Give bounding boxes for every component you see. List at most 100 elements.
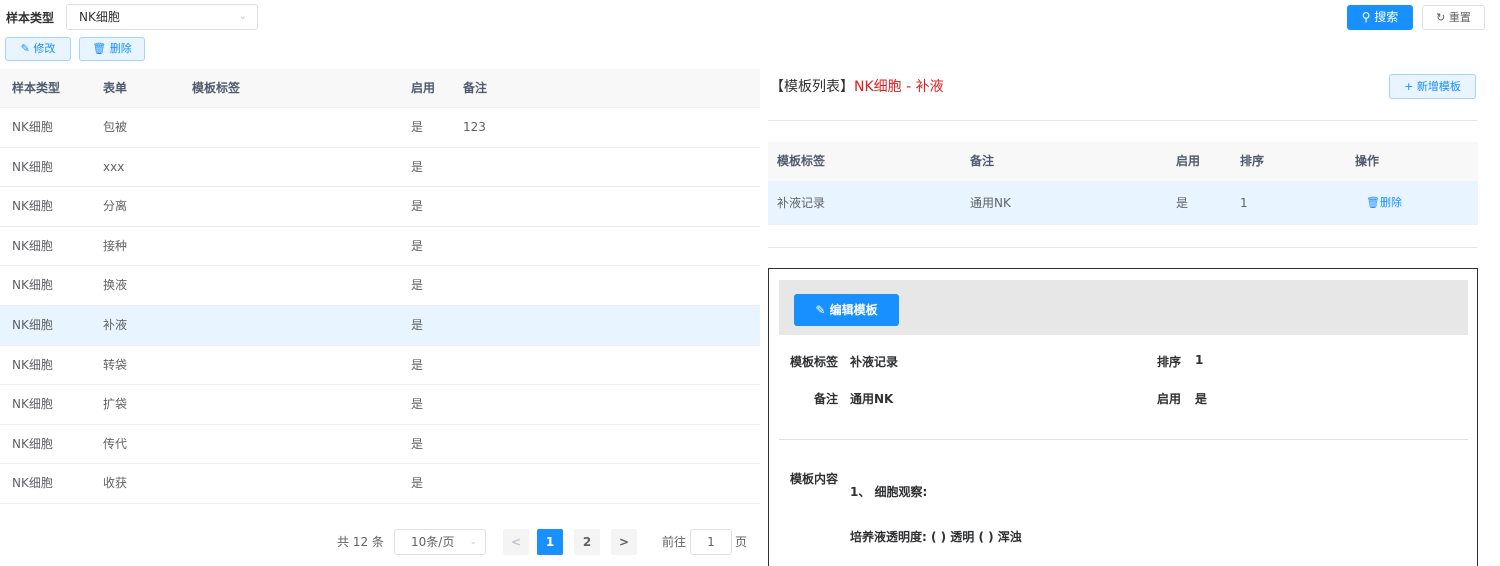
content-heading: 1、 细胞观察:	[850, 485, 928, 499]
column-header[interactable]: 启用	[411, 69, 435, 108]
template-table-row[interactable]: 补液记录 通用NK 是 1 🗑删除	[768, 181, 1478, 225]
plus-icon: +	[1404, 80, 1414, 93]
column-header: 操作	[1355, 154, 1380, 168]
page-suffix: 页	[735, 535, 748, 549]
remark-label: 备注	[814, 392, 839, 406]
edit-button-label: 修改	[33, 42, 56, 55]
search-icon: ⚲	[1361, 10, 1371, 24]
form-cell: 传代	[103, 436, 128, 451]
edit-button[interactable]: ✎ 修改	[5, 37, 71, 61]
delete-icon: 🗑	[1366, 196, 1380, 209]
goto-label: 前往	[662, 535, 687, 549]
reset-button[interactable]: ↻ 重置	[1422, 5, 1485, 30]
chevron-down-icon: ⌄	[469, 537, 477, 547]
goto-page-input[interactable]: 1	[690, 529, 732, 555]
template-list-title: 【模板列表】NK细胞 - 补液	[770, 76, 944, 96]
sample-type-cell: NK细胞	[12, 397, 53, 412]
column-header: 启用	[1176, 154, 1201, 168]
table-row[interactable]: NK细胞 收获 是	[0, 464, 760, 504]
edit-icon: ✎	[20, 42, 30, 55]
edit-template-button[interactable]: ✎ 编辑模板	[794, 294, 899, 326]
order-label: 排序	[1157, 355, 1182, 369]
delete-template-label: 删除	[1379, 196, 1402, 209]
pagination: 共 12 条 10条/页 ⌄ < 1 2 > 前往 1 页	[0, 529, 760, 555]
column-header: 排序	[1240, 154, 1265, 168]
template-detail-toolbar: ✎ 编辑模板	[779, 280, 1468, 335]
enabled-cell: 是	[411, 397, 424, 412]
chevron-down-icon: ⌄	[238, 11, 247, 22]
sample-type-cell: NK细胞	[12, 357, 53, 372]
page-number-1[interactable]: 1	[537, 529, 563, 555]
table-body: NK细胞 包被是 123 NK细胞 xxx 是 NK细胞 分离是 NK细胞 接种是 NK细胞 换液是 N…	[0, 108, 760, 504]
sample-type-cell: NK细胞	[12, 436, 53, 451]
form-cell: 转袋	[103, 357, 128, 372]
delete-template-link[interactable]: 🗑删除	[1366, 181, 1402, 225]
table-row[interactable]: NK细胞 转袋 是	[0, 346, 760, 386]
table-header: 样本类型 表单 模板标签 启用 备注	[0, 69, 760, 108]
template-list-title-highlight: NK细胞 - 补液	[854, 79, 944, 95]
prev-page-button[interactable]: <	[503, 529, 529, 555]
form-cell: 换液	[103, 278, 128, 293]
form-cell: 分离	[103, 199, 128, 214]
form-cell: 包被	[103, 120, 128, 134]
enabled-cell: 是	[411, 278, 424, 293]
sample-type-cell: NK细胞	[12, 159, 53, 174]
search-button[interactable]: ⚲ 搜索	[1347, 5, 1413, 30]
column-header[interactable]: 表单	[103, 69, 127, 108]
refresh-icon: ↻	[1436, 11, 1446, 24]
add-template-label: 新增模板	[1416, 80, 1461, 93]
remark-cell: 123	[463, 120, 486, 134]
delete-button[interactable]: 🗑 删除	[79, 37, 145, 61]
order-value: 1	[1195, 353, 1204, 367]
sample-type-cell: NK细胞	[12, 278, 53, 293]
next-page-button[interactable]: >	[611, 529, 637, 555]
divider	[768, 247, 1478, 248]
template-content-label: 模板内容	[790, 472, 839, 486]
table-row[interactable]: NK细胞 分离 是	[0, 187, 760, 227]
content-line: 培养液透明度: ( ) 透明 ( ) 浑浊	[850, 530, 1022, 544]
delete-icon: 🗑	[92, 42, 107, 55]
table-row[interactable]: NK细胞 接种 是	[0, 227, 760, 267]
template-table-header: 模板标签 备注 启用 排序 操作	[768, 142, 1478, 181]
template-list-title-prefix: 【模板列表】	[770, 79, 854, 95]
sample-type-cell: NK细胞	[12, 120, 53, 134]
reset-button-label: 重置	[1448, 11, 1471, 24]
template-tag-value: 补液记录	[850, 355, 899, 369]
template-remark-cell: 通用NK	[970, 196, 1011, 210]
total-count: 共 12 条	[337, 535, 384, 549]
sample-type-cell: NK细胞	[12, 476, 53, 491]
column-header[interactable]: 样本类型	[12, 69, 60, 108]
table-row[interactable]: NK细胞 换液 是	[0, 266, 760, 306]
page-size-value: 10条/页	[411, 535, 455, 549]
enabled-cell: 是	[411, 159, 424, 174]
template-tag-cell: 补液记录	[777, 196, 826, 210]
page-size-select[interactable]: 10条/页 ⌄	[394, 529, 486, 555]
column-header[interactable]: 模板标签	[192, 69, 240, 108]
sample-type-select-value: NK细胞	[79, 10, 120, 24]
page-number-2[interactable]: 2	[574, 529, 600, 555]
form-cell: 补液	[103, 317, 128, 332]
add-template-button[interactable]: + 新增模板	[1389, 74, 1476, 99]
table-row[interactable]: NK细胞 补液 是	[0, 305, 760, 346]
enabled-cell: 是	[411, 436, 424, 451]
enabled-cell: 是	[411, 120, 424, 134]
form-cell: 接种	[103, 238, 128, 253]
table-row[interactable]: NK细胞 扩袋 是	[0, 385, 760, 425]
sample-type-label: 样本类型	[6, 11, 55, 25]
sample-type-select[interactable]: NK细胞 ⌄	[66, 4, 258, 30]
enabled-cell: 是	[411, 476, 424, 491]
enabled-cell: 是	[411, 238, 424, 253]
search-button-label: 搜索	[1374, 10, 1399, 24]
column-header: 模板标签	[777, 154, 826, 168]
sample-type-cell: NK细胞	[12, 317, 53, 332]
divider	[768, 120, 1478, 121]
template-enabled-cell: 是	[1176, 196, 1189, 210]
column-header: 备注	[970, 154, 995, 168]
table-row[interactable]: NK细胞 传代 是	[0, 425, 760, 465]
table-row[interactable]: NK细胞 xxx 是	[0, 148, 760, 188]
enabled-cell: 是	[411, 357, 424, 372]
table-row[interactable]: NK细胞 包被 是 123	[0, 108, 760, 148]
column-header[interactable]: 备注	[463, 69, 487, 108]
enabled-label: 启用	[1157, 392, 1182, 406]
enabled-cell: 是	[411, 317, 424, 332]
